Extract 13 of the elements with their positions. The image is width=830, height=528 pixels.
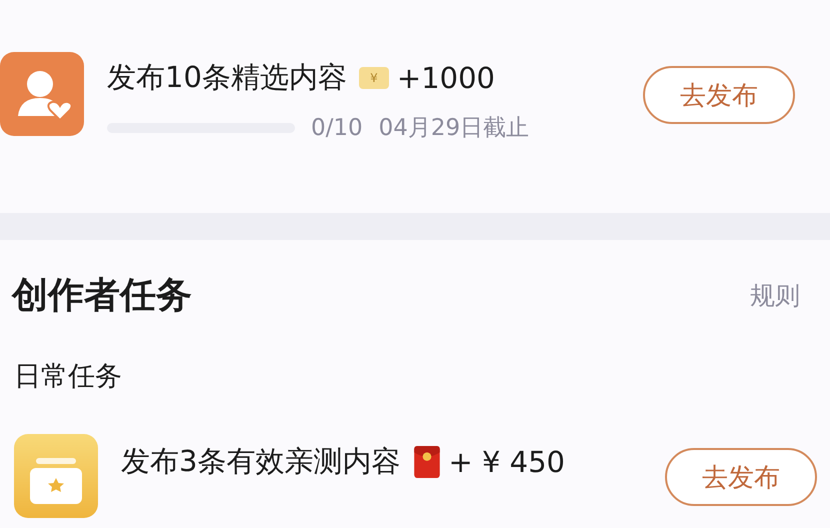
envelope-icon	[414, 446, 440, 478]
publish-button[interactable]: 去发布	[665, 448, 817, 506]
progress-count: 0/10	[311, 114, 363, 140]
reward-amount: +1000	[396, 61, 496, 95]
reward-amount: + ¥ 450	[448, 445, 565, 479]
task-title: 发布10条精选内容	[107, 59, 347, 96]
publish-button[interactable]: 去发布	[643, 66, 795, 124]
section-title: 创作者任务	[12, 274, 192, 318]
coin-icon: ¥	[358, 67, 389, 89]
subsection-title: 日常任务	[13, 360, 123, 394]
task-title: 发布3条有效亲测内容	[121, 443, 400, 480]
deadline-text: 04月29日截止	[378, 114, 530, 143]
rules-link[interactable]: 规则	[750, 278, 800, 312]
